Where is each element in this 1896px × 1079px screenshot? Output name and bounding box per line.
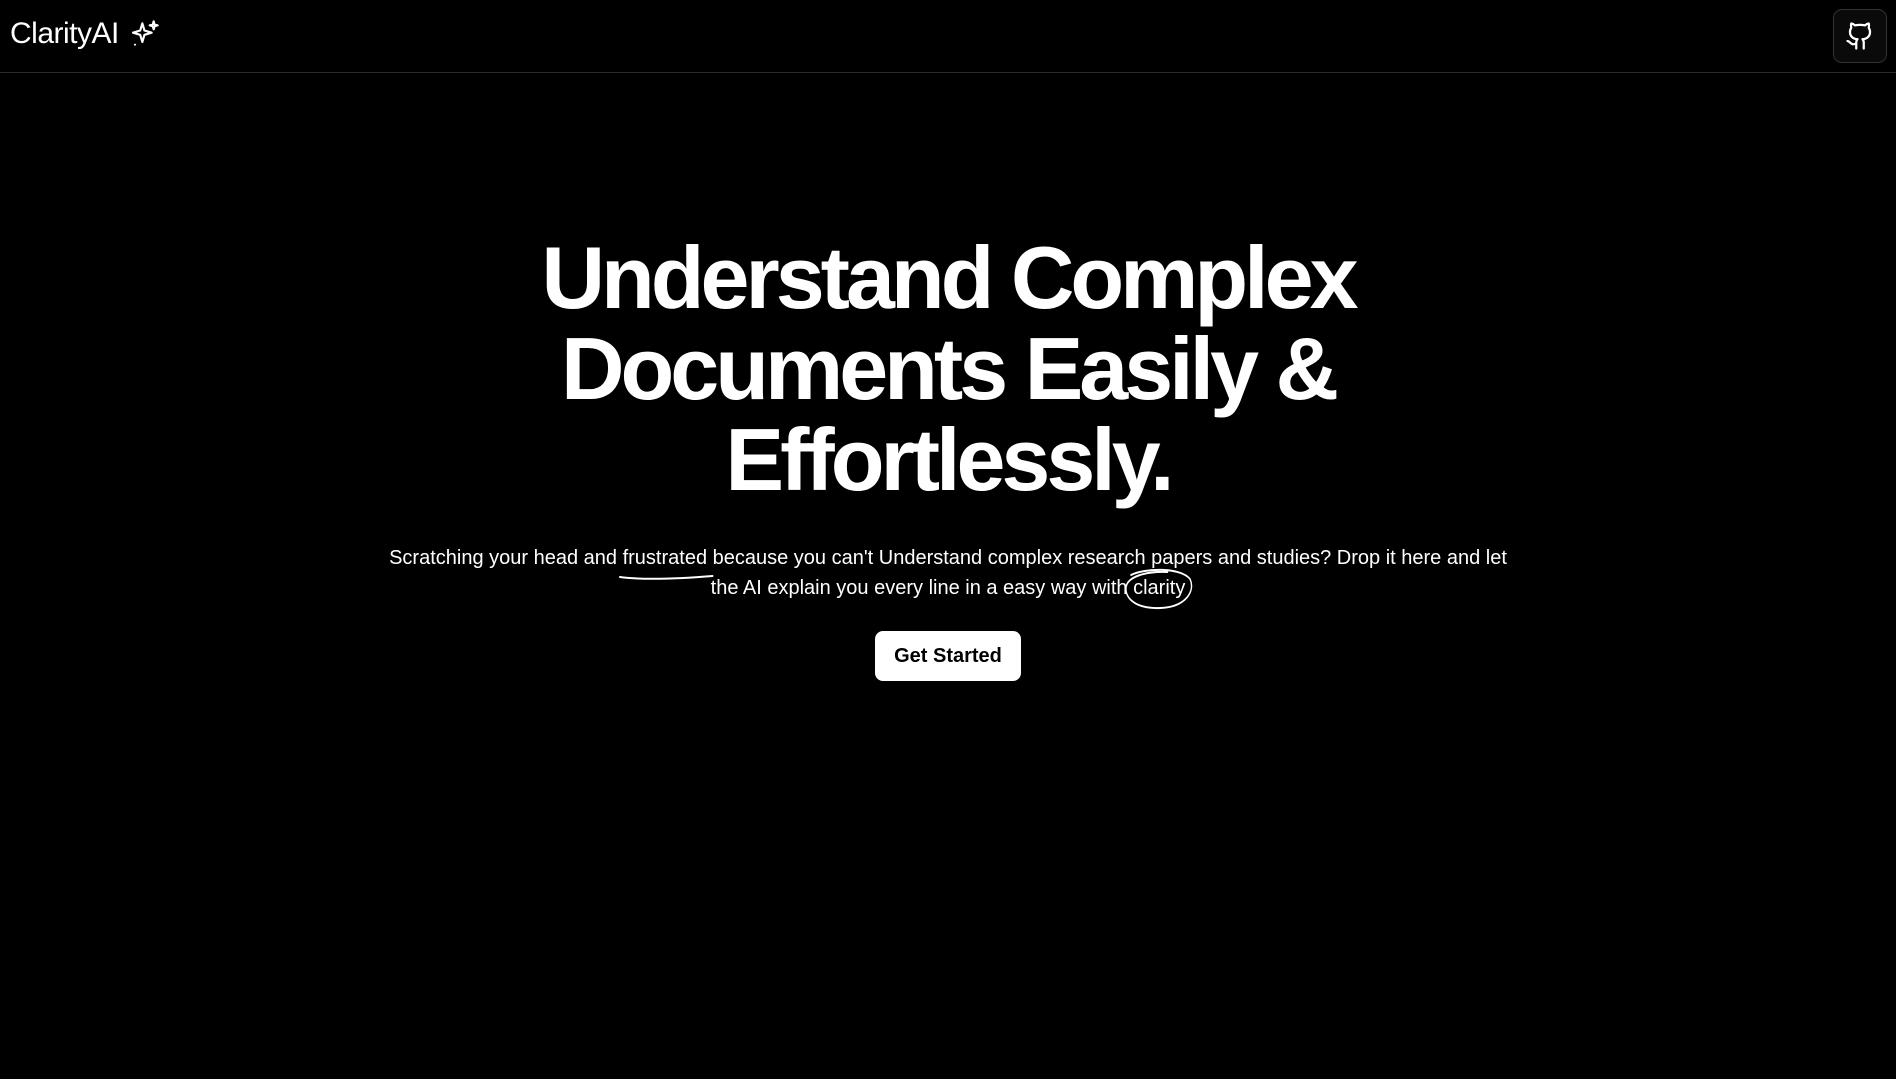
github-icon [1846, 22, 1872, 50]
hand-drawn-underline [618, 575, 714, 580]
get-started-button[interactable]: Get Started [875, 631, 1021, 681]
subtitle-text-2: because you can't Understand complex res… [707, 547, 1507, 599]
hero-subtitle: Scratching your head and frustrated beca… [388, 543, 1508, 610]
headline-line-2: Documents Easily & [560, 319, 1339, 418]
navbar: ClarityAI [0, 0, 1896, 73]
hero-headline: Understand Complex Documents Easily & Ef… [0, 232, 1896, 505]
headline-line-1: Understand Complex [541, 228, 1358, 327]
subtitle-text-1: Scratching your head and [389, 547, 623, 569]
brand-logo[interactable]: ClarityAI [10, 17, 161, 51]
subtitle-emphasis-frustrated: frustrated [622, 547, 708, 569]
subtitle-emphasis-clarity: clarity [1133, 577, 1186, 599]
sparkles-icon [131, 20, 159, 46]
clarity-highlight: clarity [1125, 568, 1193, 610]
hero-section: Understand Complex Documents Easily & Ef… [0, 232, 1896, 681]
headline-line-3: Effortlessly. [725, 410, 1174, 509]
brand-name: ClarityAI [10, 17, 119, 50]
frustrated-highlight: frustrated [618, 543, 714, 580]
github-button[interactable] [1833, 9, 1887, 63]
